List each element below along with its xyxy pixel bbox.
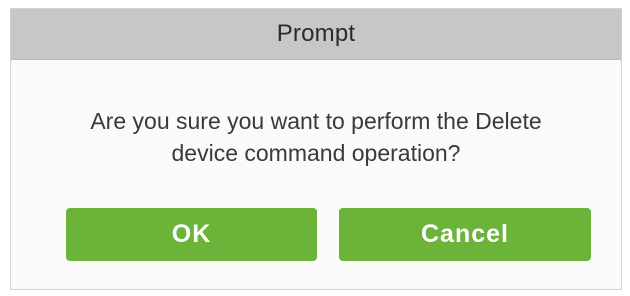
dialog-title: Prompt	[276, 20, 356, 47]
cancel-button-label: Cancel	[421, 220, 509, 248]
ok-button[interactable]: OK	[66, 208, 317, 261]
dialog-titlebar: Prompt	[11, 9, 621, 60]
confirm-dialog: Prompt Are you sure you want to perform …	[10, 8, 622, 290]
dialog-message: Are you sure you want to perform the Del…	[11, 105, 621, 169]
dialog-message-line-1: Are you sure you want to perform the Del…	[90, 108, 542, 134]
dialog-message-line-2: device command operation?	[171, 140, 461, 166]
ok-button-label: OK	[171, 220, 212, 248]
cancel-button[interactable]: Cancel	[339, 208, 591, 261]
